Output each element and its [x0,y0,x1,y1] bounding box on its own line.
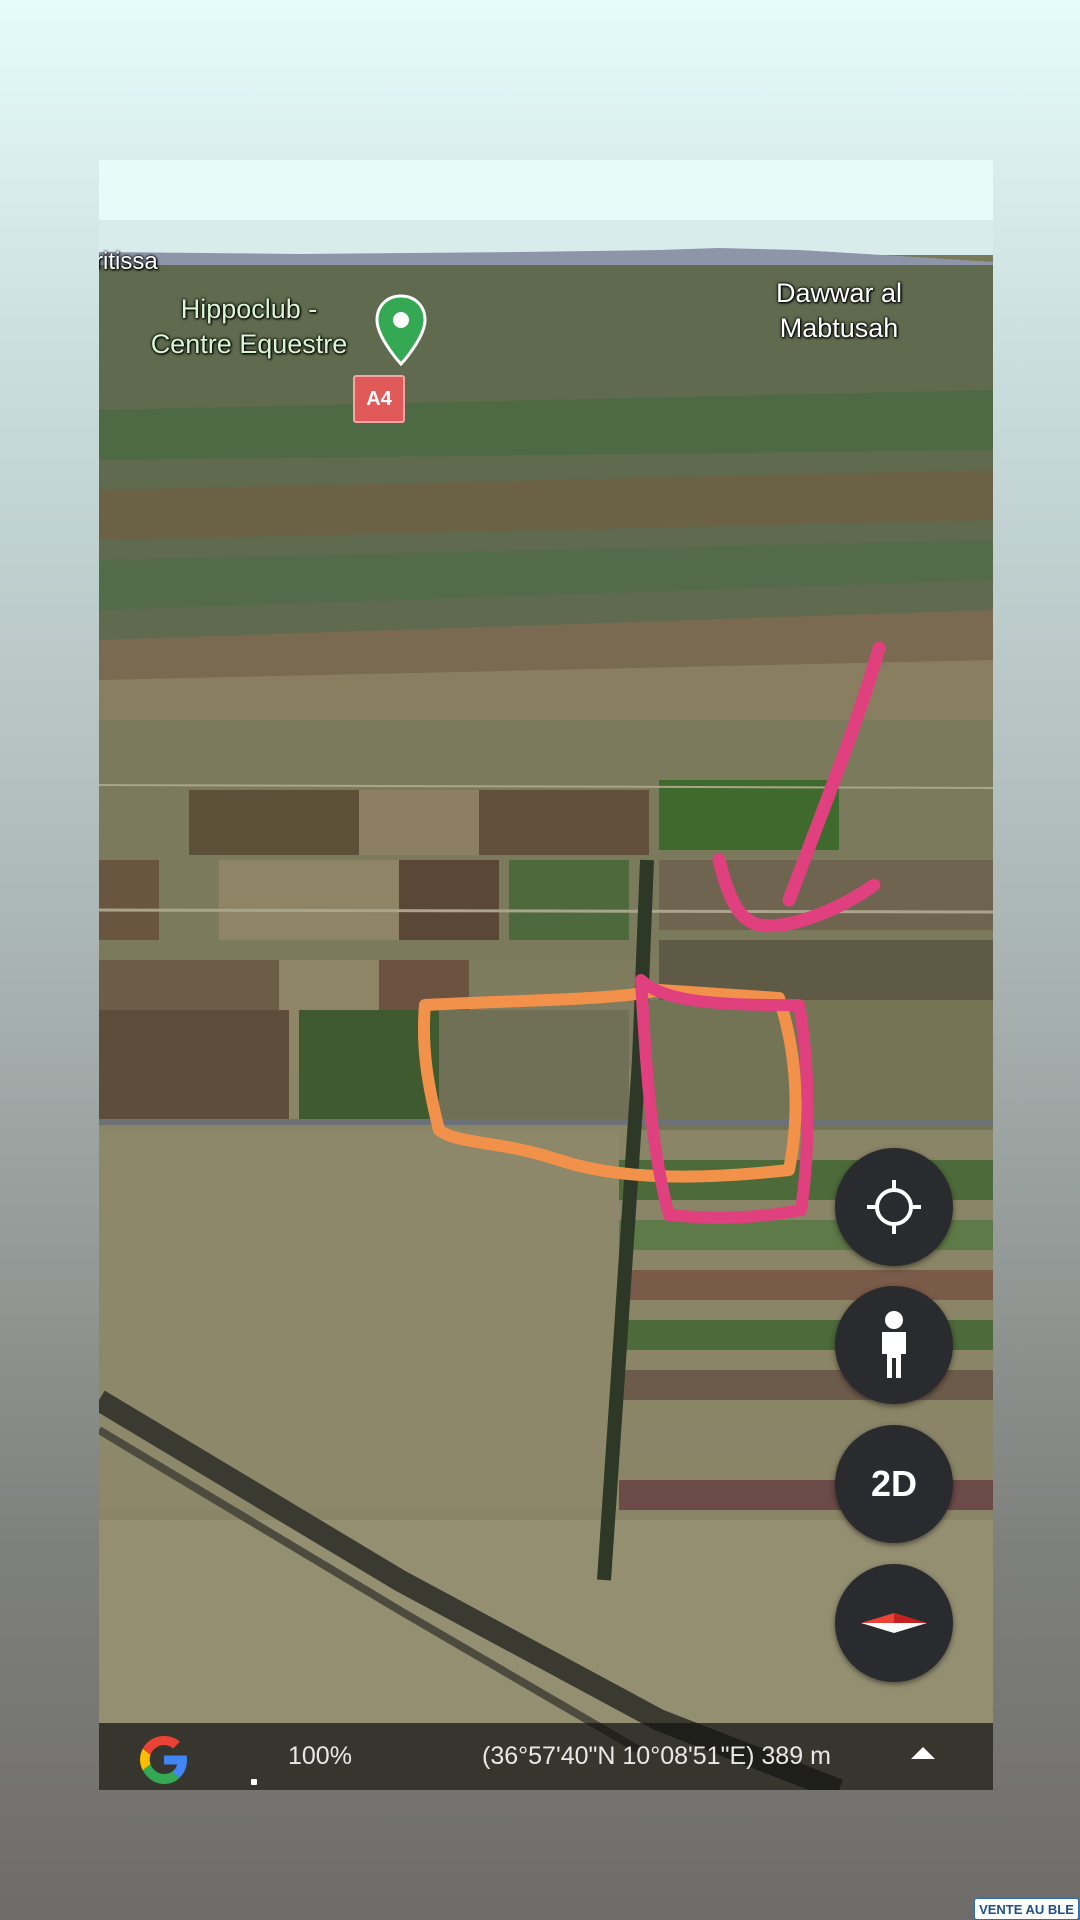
chevron-up-icon[interactable] [911,1747,935,1759]
map-frame[interactable]: ritissa Hippoclub - Centre Equestre A4 D… [99,160,993,1790]
google-logo-icon [140,1736,187,1784]
locate-button[interactable] [835,1148,953,1266]
compass-button[interactable] [835,1564,953,1682]
status-dot [251,1779,257,1785]
place-label-line: Dawwar al [775,278,903,308]
place-label-tritissa: ritissa [99,248,158,275]
place-label-hippoclub[interactable]: Hippoclub - Centre Equestre [129,292,369,362]
crosshair-icon [867,1180,921,1234]
place-label-line: Centre Equestre [150,329,348,359]
place-label-line: Hippoclub - [180,294,318,324]
compass-icon [861,1613,927,1633]
place-label-dawwar[interactable]: Dawwar al Mabtusah [749,276,929,346]
location-pin-icon[interactable] [375,294,427,368]
status-bar: 100% (36°57'40"N 10°08'51"E) 389 m [99,1723,993,1790]
road-badge: A4 [353,375,405,423]
watermark-logo: VENTE AU BLE [974,1898,1079,1920]
view-mode-button[interactable]: 2D [835,1425,953,1543]
street-view-button[interactable] [835,1286,953,1404]
satellite-map[interactable] [99,160,993,1790]
coordinates-readout: (36°57'40"N 10°08'51"E) 389 m [482,1742,831,1770]
place-label-line: Mabtusah [779,313,899,343]
person-icon [882,1311,906,1378]
zoom-level: 100% [288,1742,352,1770]
